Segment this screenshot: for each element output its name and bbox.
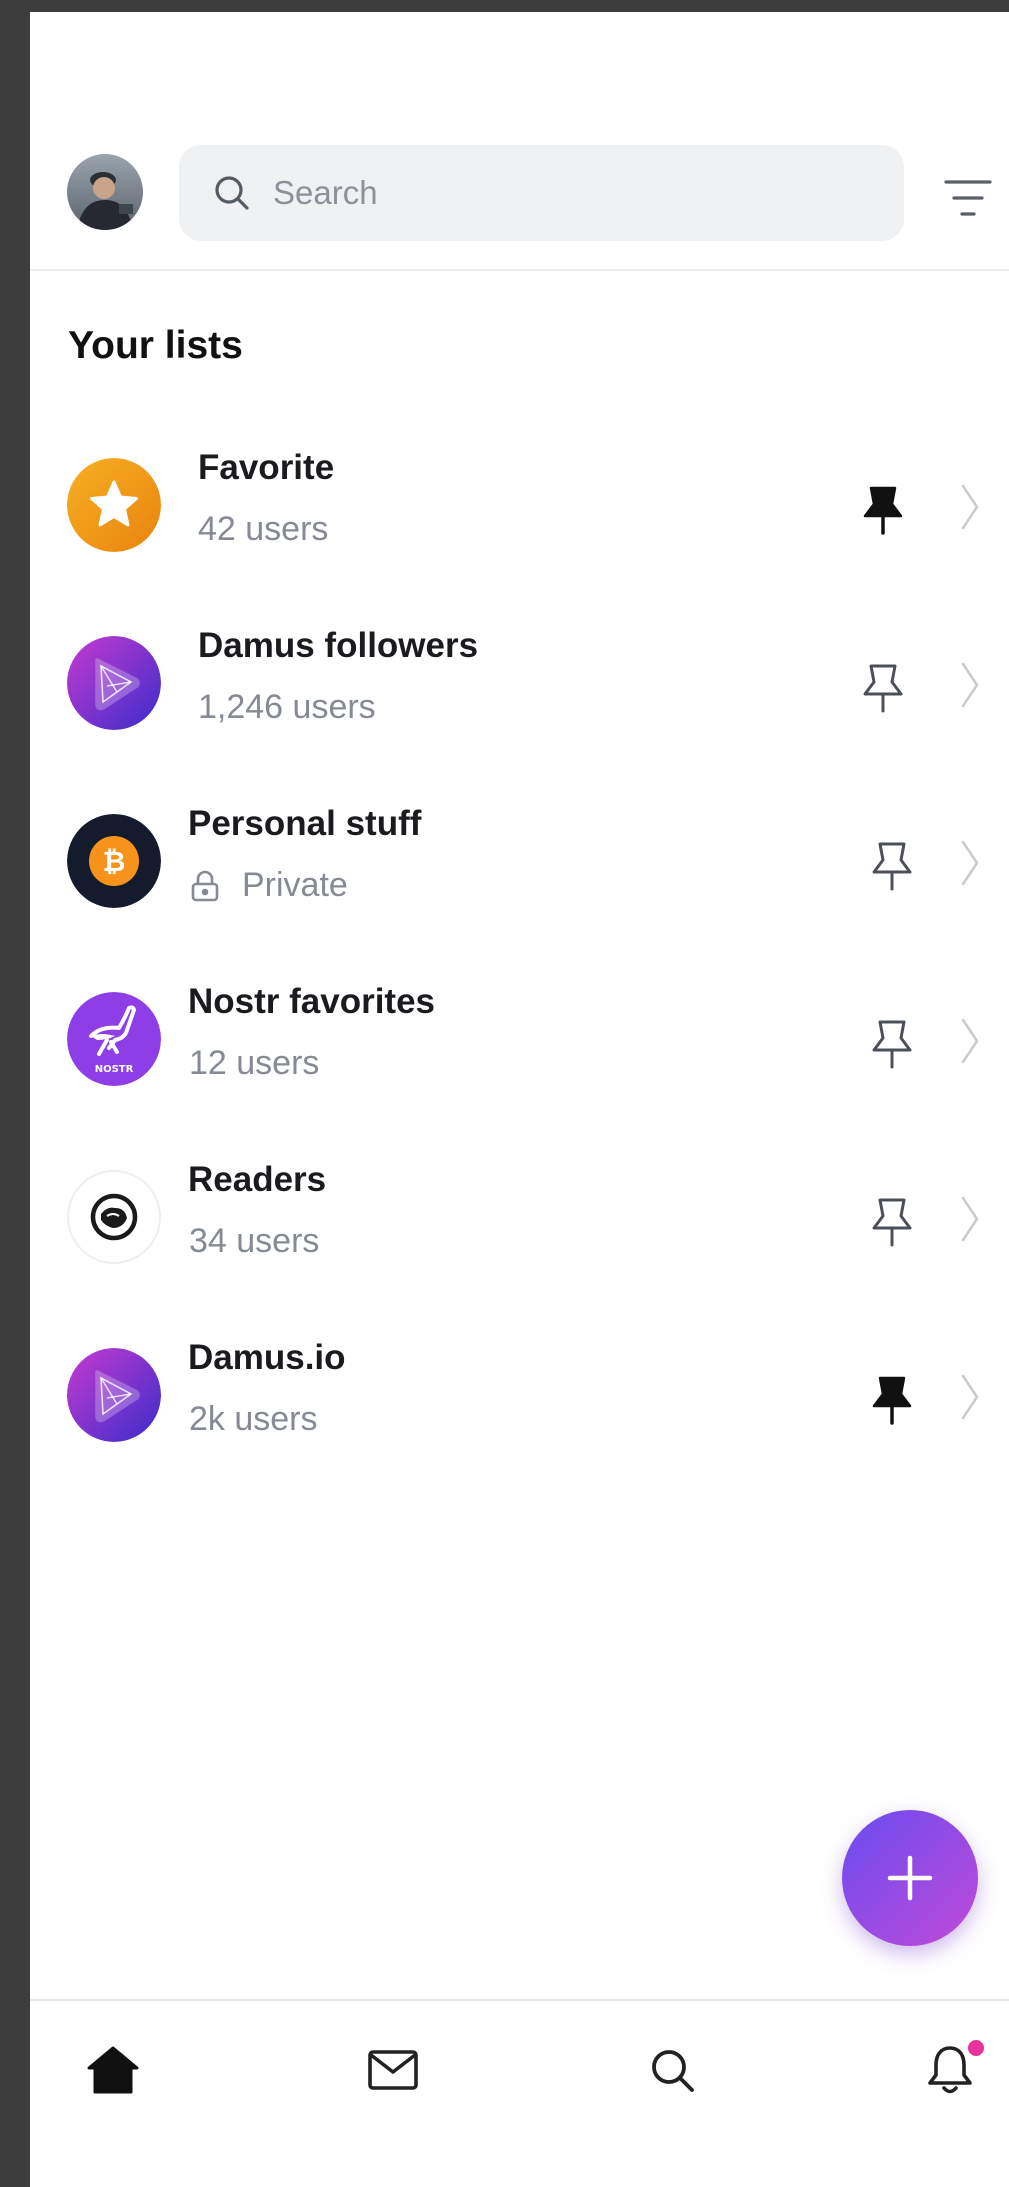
list-title: Favorite (198, 448, 335, 487)
list-title: Nostr favorites (188, 982, 436, 1021)
search-icon (211, 172, 253, 214)
nav-messages[interactable] (363, 2040, 423, 2100)
list-item-favorite[interactable]: Favorite 42 users (30, 430, 1009, 580)
list-title: Personal stuff (188, 804, 422, 843)
nav-home[interactable] (83, 2040, 143, 2100)
list-subtitle: 2k users (189, 1400, 318, 1439)
list-subtitle: 42 users (198, 510, 328, 549)
list-count: 34 users (189, 1222, 320, 1260)
chevron-right-icon (958, 1016, 982, 1066)
list-subtitle: Private (190, 866, 348, 905)
list-subtitle: 1,246 users (198, 688, 376, 727)
chevron-right-icon (958, 1194, 982, 1244)
nav-search[interactable] (642, 2040, 702, 2100)
new-list-button[interactable] (842, 1810, 978, 1946)
pin-filled-icon[interactable] (869, 1374, 915, 1426)
list-item-readers[interactable]: Readers 34 users (30, 1142, 1009, 1292)
chevron-right-icon (958, 482, 982, 532)
search-input[interactable] (271, 173, 835, 213)
section-title: Your lists (68, 324, 243, 367)
list-title: Readers (188, 1160, 327, 1199)
chevron-right-icon (958, 660, 982, 710)
pin-filled-icon[interactable] (860, 484, 906, 536)
damus-logo (67, 636, 161, 730)
nav-notifications[interactable] (920, 2038, 986, 2100)
search-bar[interactable] (179, 145, 904, 241)
damus-logo (67, 1348, 161, 1442)
pin-outline-icon[interactable] (869, 840, 915, 892)
pin-outline-icon[interactable] (869, 1018, 915, 1070)
pin-outline-icon[interactable] (860, 662, 906, 714)
list-title: Damus.io (188, 1338, 346, 1377)
profile-avatar[interactable] (67, 154, 143, 230)
plus-icon (887, 1855, 933, 1901)
filter-icon[interactable] (942, 172, 994, 224)
chevron-right-icon (958, 1372, 982, 1422)
list-count: 2k users (189, 1400, 318, 1438)
notification-badge (966, 2038, 986, 2058)
nav-divider (30, 1999, 1009, 2001)
svg-text:₿: ₿ (103, 845, 126, 878)
mail-icon (368, 2050, 418, 2090)
list-item-personal-stuff[interactable]: ₿ Personal stuff Private (30, 786, 1009, 936)
search-icon (652, 2050, 694, 2092)
list-item-damus-followers[interactable]: Damus followers 1,246 users (30, 608, 1009, 758)
list-title: Damus followers (198, 626, 479, 665)
home-icon (87, 2046, 139, 2094)
svg-text:NOSTR: NOSTR (95, 1064, 134, 1075)
pin-outline-icon[interactable] (869, 1196, 915, 1248)
app-screen: Your lists Favorite 42 users (30, 12, 1009, 2187)
list-count: 42 users (198, 510, 329, 548)
chevron-right-icon (958, 838, 982, 888)
bitcoin-logo: ₿ (67, 814, 161, 908)
star-icon (67, 458, 161, 552)
list-subtitle: 34 users (189, 1222, 319, 1261)
list-subtitle: 12 users (189, 1044, 319, 1083)
lock-icon (190, 870, 220, 902)
privacy-label: Private (242, 866, 348, 904)
header-divider (30, 269, 1009, 271)
list-count: 12 users (189, 1044, 320, 1082)
readers-logo (67, 1170, 161, 1264)
list-item-damus-io[interactable]: Damus.io 2k users (30, 1320, 1009, 1470)
list-count: 1,246 users (198, 688, 376, 726)
list-item-nostr-favorites[interactable]: NOSTR Nostr favorites 12 users (30, 964, 1009, 1114)
nostr-logo: NOSTR (67, 992, 161, 1086)
